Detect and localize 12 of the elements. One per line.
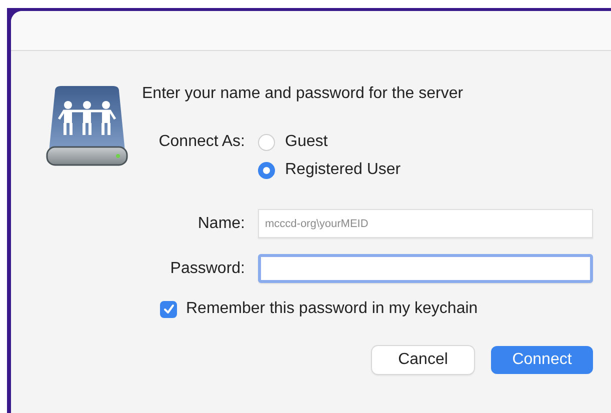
connect-button[interactable]: Connect [491,346,593,374]
cancel-button[interactable]: Cancel [372,346,474,374]
connect-as-label: Connect As: [158,133,245,151]
remember-checkbox[interactable]: Remember this password in my keychain [160,300,593,318]
radio-option[interactable]: Guest [258,133,593,151]
network-drive-icon [45,85,129,167]
prompt-text: Enter your name and password for the server [142,84,464,104]
input-field[interactable] [258,254,593,283]
field-label: Password: [169,260,245,278]
checkmark-icon [162,303,174,315]
field-label: Name: [196,214,245,232]
radio-option[interactable]: Registered User [258,161,593,179]
